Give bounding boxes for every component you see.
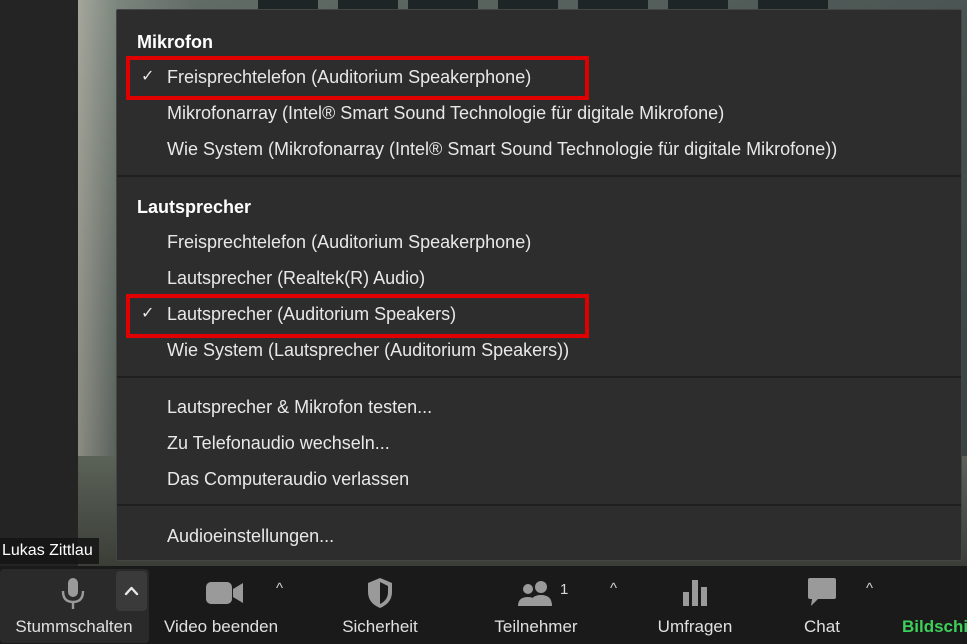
microphone-icon [61, 578, 85, 609]
microphone-heading: Mikrofon [137, 32, 213, 52]
audio-settings-item[interactable]: Audioeinstellungen... [167, 524, 334, 548]
video-options-caret[interactable]: ^ [276, 580, 283, 597]
participants-button[interactable]: 1 Teilnehmer [484, 566, 588, 644]
shield-icon [368, 578, 392, 608]
stop-video-button[interactable]: Video beenden [158, 566, 292, 644]
chat-button[interactable]: Chat [787, 566, 857, 644]
polls-button[interactable]: Umfragen [645, 566, 745, 644]
polls-label: Umfragen [657, 617, 733, 636]
highlight-box [126, 294, 589, 338]
stop-video-label: Video beenden [163, 617, 279, 636]
speaker-item-realtek[interactable]: Lautsprecher (Realtek(R) Audio) [167, 266, 425, 290]
share-screen-button[interactable]: Bildschi [902, 566, 967, 644]
security-button[interactable]: Sicherheit [330, 566, 430, 644]
speaker-heading: Lautsprecher [137, 197, 252, 217]
bar-chart-icon [683, 580, 707, 606]
mute-label: Stummschalten [15, 617, 133, 636]
mic-item-system[interactable]: Wie System (Mikrofonarray (Intel® Smart … [167, 137, 837, 161]
participants-options-caret[interactable]: ^ [610, 580, 617, 597]
participant-name-tag: Lukas Zittlau [0, 538, 99, 564]
speaker-item-system[interactable]: Wie System (Lautsprecher (Auditorium Spe… [167, 338, 569, 362]
video-camera-icon [206, 582, 243, 604]
leave-computer-audio-item[interactable]: Das Computeraudio verlassen [167, 467, 409, 491]
share-screen-label: Bildschi [902, 617, 967, 636]
menu-divider [117, 504, 961, 506]
participants-label: Teilnehmer [494, 617, 578, 636]
highlight-box [126, 56, 589, 100]
menu-divider [117, 175, 961, 177]
mic-item-array[interactable]: Mikrofonarray (Intel® Smart Sound Techno… [167, 101, 724, 125]
chat-bubble-icon [808, 578, 836, 606]
security-label: Sicherheit [342, 617, 418, 636]
speaker-item-speakerphone[interactable]: Freisprechtelefon (Auditorium Speakerpho… [167, 230, 531, 254]
menu-divider [117, 376, 961, 378]
participants-count: 1 [560, 581, 569, 598]
participants-icon [518, 581, 552, 606]
mute-button[interactable]: Stummschalten [0, 566, 148, 644]
chat-label: Chat [804, 617, 840, 636]
meeting-toolbar: Stummschalten Video beenden ^ Sicherheit… [0, 566, 967, 644]
switch-phone-audio-item[interactable]: Zu Telefonaudio wechseln... [167, 431, 390, 455]
audio-menu: Mikrofon ✓ Freisprechtelefon (Auditorium… [116, 9, 962, 561]
test-audio-item[interactable]: Lautsprecher & Mikrofon testen... [167, 395, 432, 419]
chat-options-caret[interactable]: ^ [866, 580, 873, 597]
